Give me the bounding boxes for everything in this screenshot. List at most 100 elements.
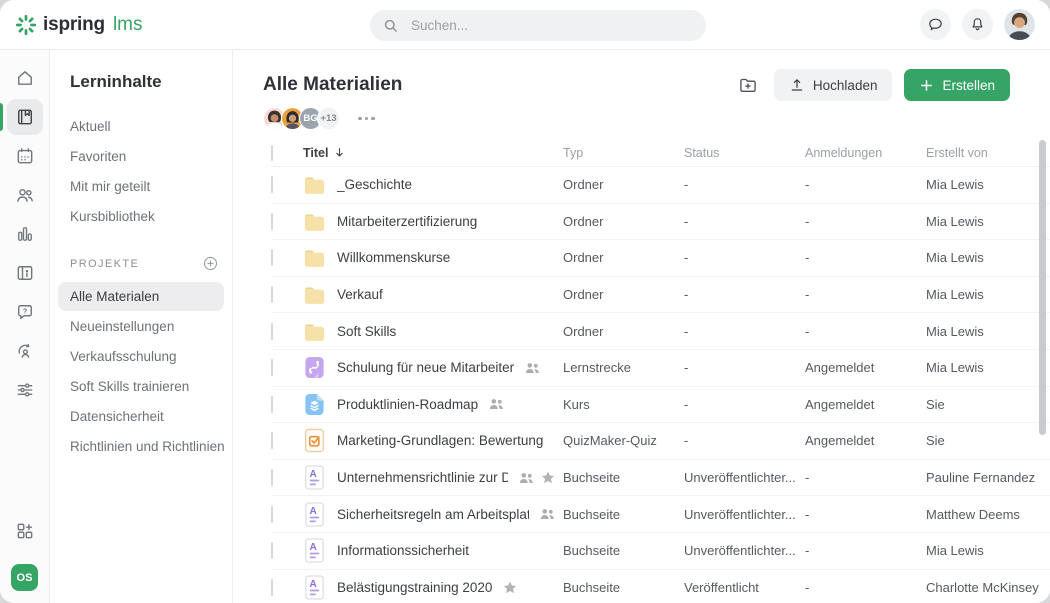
user-avatar[interactable]: [1004, 9, 1035, 40]
rail-home[interactable]: [0, 59, 50, 97]
material-title-cell[interactable]: _Geschichte: [303, 171, 563, 198]
column-title[interactable]: Titel: [303, 146, 563, 160]
row-checkbox[interactable]: [271, 249, 273, 266]
rail-reports[interactable]: [0, 215, 50, 253]
folder-type-icon: [303, 208, 326, 235]
rail-assignments[interactable]: [0, 332, 50, 370]
track-type-icon: [303, 354, 326, 381]
project-item-alle-materialen[interactable]: Alle Materialen: [58, 282, 224, 311]
sidebar-projects-list: Alle MaterialenNeueinstellungenVerkaufss…: [58, 282, 224, 461]
rail-settings[interactable]: [0, 371, 50, 409]
workspace-badge[interactable]: OS: [11, 564, 38, 591]
column-enrollments[interactable]: Anmeldungen: [805, 146, 926, 160]
project-item-verkaufsschulung[interactable]: Verkaufsschulung: [58, 342, 224, 371]
rail-help[interactable]: ?: [0, 293, 50, 331]
material-title-cell[interactable]: Willkommenskurse: [303, 244, 563, 271]
sidebar-item-aktuell[interactable]: Aktuell: [58, 112, 224, 141]
type-cell: Ordner: [563, 214, 684, 229]
sidebar-item-mit-mir-geteilt[interactable]: Mit mir geteilt: [58, 172, 224, 201]
global-search[interactable]: [370, 10, 706, 41]
row-checkbox[interactable]: [271, 396, 273, 413]
rail-info-portal[interactable]: [0, 254, 50, 292]
column-type[interactable]: Typ: [563, 146, 684, 160]
chat-bubble-icon: [927, 16, 944, 33]
collaborator-avatar-more[interactable]: +13: [317, 107, 340, 130]
row-checkbox[interactable]: [271, 213, 273, 230]
row-checkbox[interactable]: [271, 286, 273, 303]
table-row: A Sicherheitsregeln am Arbeitsplatz Buch…: [271, 496, 1050, 533]
shared-people-icon: [525, 362, 540, 374]
rail-calendar[interactable]: [0, 137, 50, 175]
project-item-soft-skills-trainieren[interactable]: Soft Skills trainieren: [58, 372, 224, 401]
bell-icon: [969, 16, 986, 33]
create-button[interactable]: Erstellen: [904, 69, 1010, 101]
table-row: A Belästigungstraining 2020 Buchseite Ve…: [271, 570, 1050, 603]
add-project-button[interactable]: [202, 255, 219, 272]
app-logo[interactable]: ispringlms: [15, 14, 143, 36]
row-checkbox[interactable]: [271, 579, 273, 596]
more-options-button[interactable]: [358, 117, 375, 121]
row-checkbox[interactable]: [271, 542, 273, 559]
select-all-checkbox[interactable]: [271, 145, 273, 161]
material-title-cell[interactable]: Soft Skills: [303, 318, 563, 345]
projects-section-header: PROJEKTE: [58, 255, 224, 272]
new-folder-button[interactable]: [734, 71, 762, 99]
sidebar-nav-list: AktuellFavoritenMit mir geteiltKursbibli…: [58, 112, 224, 231]
notifications-button[interactable]: [962, 9, 993, 40]
status-cell: Unveröffentlichter...: [684, 543, 805, 558]
upload-label: Hochladen: [813, 78, 878, 93]
material-title-cell[interactable]: Verkauf: [303, 281, 563, 308]
svg-text:A: A: [310, 542, 317, 553]
sidebar-item-kursbibliothek[interactable]: Kursbibliothek: [58, 202, 224, 231]
svg-text:A: A: [310, 579, 317, 590]
search-input[interactable]: [409, 17, 694, 34]
column-status[interactable]: Status: [684, 146, 805, 160]
sidebar-item-favoriten[interactable]: Favoriten: [58, 142, 224, 171]
support-person-icon: [7, 333, 43, 369]
rail-apps[interactable]: [0, 512, 50, 550]
svg-text:A: A: [310, 469, 317, 480]
table-row: Verkauf Ordner - - Mia Lewis: [271, 277, 1050, 314]
created-by-cell: Mia Lewis: [926, 287, 1050, 302]
bar-chart-icon: [7, 216, 43, 252]
row-checkbox[interactable]: [271, 323, 273, 340]
favorite-star-icon[interactable]: [503, 581, 517, 594]
sort-descending-icon: [333, 146, 346, 159]
quiz-type-icon: [303, 427, 326, 454]
material-title-cell[interactable]: A Sicherheitsregeln am Arbeitsplatz: [303, 501, 563, 528]
project-item-datensicherheit[interactable]: Datensicherheit: [58, 402, 224, 431]
table-row: A Informationssicherheit Buchseite Unver…: [271, 533, 1050, 570]
row-checkbox[interactable]: [271, 506, 273, 523]
top-bar: ispringlms: [0, 0, 1050, 50]
messages-button[interactable]: [920, 9, 951, 40]
search-icon: [382, 17, 399, 34]
shared-people-icon: [519, 472, 534, 484]
material-title-cell[interactable]: A Informationssicherheit: [303, 537, 563, 564]
rail-bottom: OS: [0, 512, 50, 603]
project-item-neueinstellungen[interactable]: Neueinstellungen: [58, 312, 224, 341]
table-row: Soft Skills Ordner - - Mia Lewis: [271, 313, 1050, 350]
row-checkbox[interactable]: [271, 176, 273, 193]
material-title-cell[interactable]: Mitarbeiterzertifizierung: [303, 208, 563, 235]
rail-users[interactable]: [0, 176, 50, 214]
row-checkbox[interactable]: [271, 359, 273, 376]
material-title-cell[interactable]: A Unternehmensrichtlinie zur Daten...: [303, 464, 563, 491]
vertical-scrollbar[interactable]: [1039, 140, 1046, 435]
enrollments-cell: Angemeldet: [805, 397, 926, 412]
favorite-star-icon[interactable]: [541, 471, 555, 484]
material-title-cell[interactable]: Produktlinien-Roadmap: [303, 391, 563, 418]
plus-circle-icon: [202, 255, 219, 272]
row-checkbox[interactable]: [271, 469, 273, 486]
materials-table: Titel Typ Status Anmeldungen Erstellt vo…: [233, 139, 1050, 603]
material-title-cell[interactable]: Schulung für neue Mitarbeiter: [303, 354, 563, 381]
row-checkbox[interactable]: [271, 432, 273, 449]
column-created-by[interactable]: Erstellt von: [926, 146, 1050, 160]
material-title-cell[interactable]: Marketing-Grundlagen: Bewertung 01: [303, 427, 563, 454]
created-by-cell: Sie: [926, 397, 1050, 412]
project-item-richtlinien-und-richtlinien[interactable]: Richtlinien und Richtlinien: [58, 432, 224, 461]
rail-learning-content[interactable]: [0, 98, 50, 136]
icon-rail: ? OS: [0, 50, 50, 603]
upload-button[interactable]: Hochladen: [774, 69, 893, 101]
enrollments-cell: -: [805, 507, 926, 522]
material-title-cell[interactable]: A Belästigungstraining 2020: [303, 574, 563, 601]
